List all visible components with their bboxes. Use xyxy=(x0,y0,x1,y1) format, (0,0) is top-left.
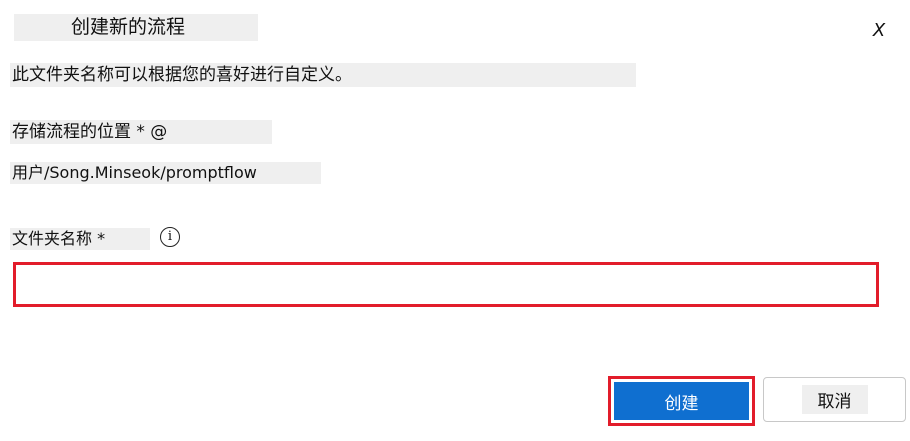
create-button-label: 创建 xyxy=(614,382,749,420)
location-label: 存储流程的位置 * @ xyxy=(10,120,272,144)
close-button[interactable]: X xyxy=(866,20,892,42)
create-button[interactable]: 创建 xyxy=(608,376,755,426)
dialog-description: 此文件夹名称可以根据您的喜好进行自定义。 xyxy=(10,63,636,87)
info-icon[interactable]: i xyxy=(160,227,180,247)
cancel-button-label: 取消 xyxy=(801,385,868,414)
dialog-title: 创建新的流程 xyxy=(14,14,258,41)
location-value: 用户/Song.Minseok/promptflow xyxy=(10,162,321,184)
folder-name-input[interactable] xyxy=(13,262,879,307)
folder-name-label: 文件夹名称 * xyxy=(10,228,150,250)
cancel-button[interactable]: 取消 xyxy=(763,377,906,422)
